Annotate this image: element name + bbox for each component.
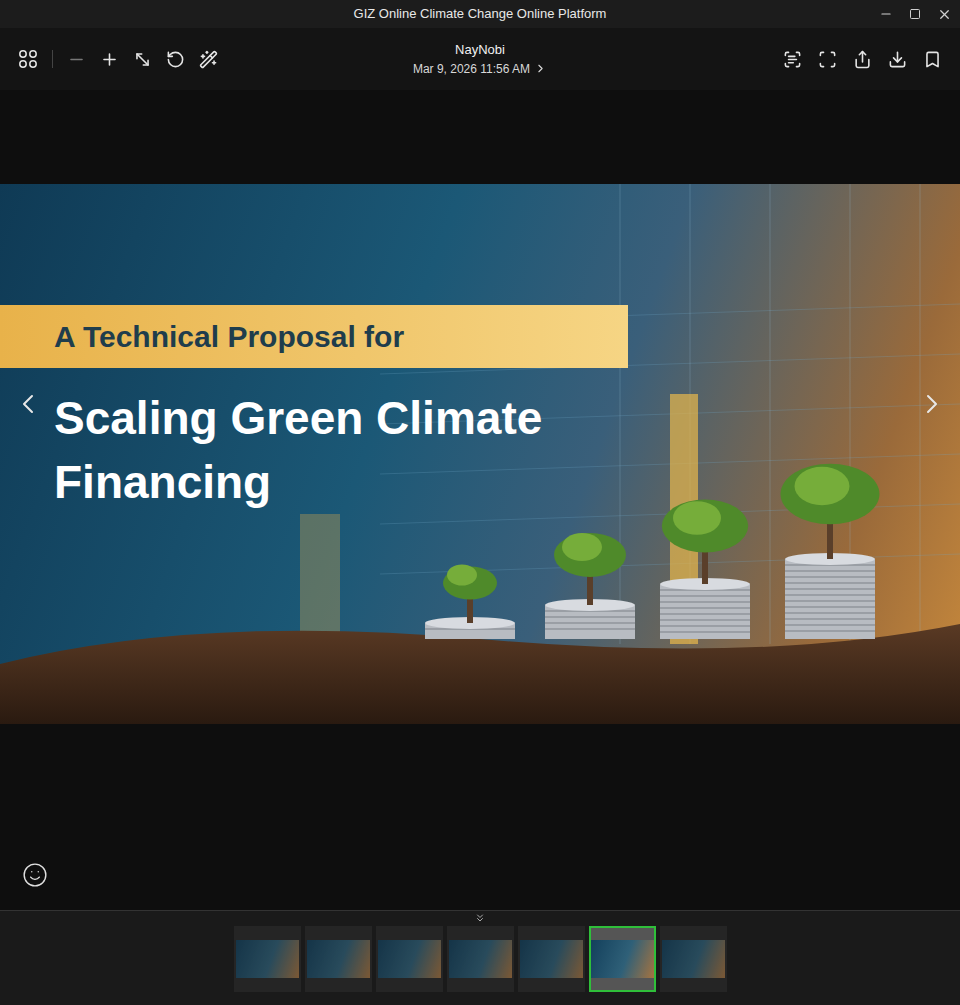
share-icon[interactable]: [853, 50, 872, 69]
viewer-area: A Technical Proposal forScaling Green Cl…: [0, 90, 960, 910]
heading-band: A Technical Proposal for: [0, 305, 628, 368]
window-title: GIZ Online Climate Change Online Platfor…: [0, 4, 960, 24]
text-scan-icon[interactable]: [783, 50, 802, 69]
previous-button[interactable]: [12, 388, 44, 420]
date[interactable]: Mar 9, 2026 11:56 AM: [413, 60, 547, 78]
thumbnail[interactable]: [376, 926, 443, 992]
thumbnail-image: [236, 940, 299, 978]
toolbar-left: [18, 49, 278, 69]
thumbnail[interactable]: [447, 926, 514, 992]
toolbar-divider: [52, 50, 53, 68]
author: NayNobi: [455, 40, 505, 60]
thumbnail-image: [591, 940, 654, 978]
zoom-in-icon[interactable]: [100, 50, 119, 69]
reaction-button[interactable]: [22, 862, 48, 888]
thumbnail[interactable]: [660, 926, 727, 992]
chevron-left-icon[interactable]: [12, 388, 44, 420]
toolbar-right: [682, 50, 942, 69]
image-viewer-window: GIZ Online Climate Change Online Platfor…: [0, 0, 960, 1005]
smile-icon[interactable]: [22, 862, 48, 888]
rotate-icon[interactable]: [166, 50, 185, 69]
image: A Technical Proposal forScaling Green Cl…: [0, 184, 960, 724]
zoom-out-icon[interactable]: [67, 50, 86, 69]
image-info: NayNobiMar 9, 2026 11:56 AM: [278, 40, 682, 78]
thumbnail[interactable]: [589, 926, 656, 992]
slide-title: Scaling Green Climate Financing: [0, 368, 680, 514]
chevron-right-icon[interactable]: [916, 388, 948, 420]
chevron-right-icon[interactable]: [534, 62, 547, 75]
enhance-icon[interactable]: [199, 50, 218, 69]
filmstrip: [0, 910, 960, 1005]
next-button[interactable]: [916, 388, 948, 420]
thumbnail-image: [307, 940, 370, 978]
toolbar: NayNobiMar 9, 2026 11:56 AM: [0, 28, 960, 90]
thumbnail[interactable]: [305, 926, 372, 992]
collapse-icon[interactable]: [474, 912, 486, 924]
thumbnail-image: [449, 940, 512, 978]
fit-icon[interactable]: [133, 50, 152, 69]
download-icon[interactable]: [888, 50, 907, 69]
minimize-icon[interactable]: [879, 7, 893, 21]
title-bar: GIZ Online Climate Change Online Platfor…: [0, 0, 960, 28]
thumbnail[interactable]: [234, 926, 301, 992]
thumbnail-list: [234, 926, 727, 992]
thumbnail-image: [520, 940, 583, 978]
thumbnail-image: [662, 940, 725, 978]
maximize-icon[interactable]: [909, 8, 921, 20]
scan-icon[interactable]: [818, 50, 837, 69]
bookmark-icon[interactable]: [923, 50, 942, 69]
window-controls: [879, 0, 952, 28]
gallery-grid-icon[interactable]: [18, 49, 38, 69]
growth-illustration: [0, 184, 960, 724]
thumbnail-image: [378, 940, 441, 978]
close-icon[interactable]: [937, 7, 952, 22]
slide-text: A Technical Proposal forScaling Green Cl…: [0, 184, 960, 514]
thumbnail[interactable]: [518, 926, 585, 992]
